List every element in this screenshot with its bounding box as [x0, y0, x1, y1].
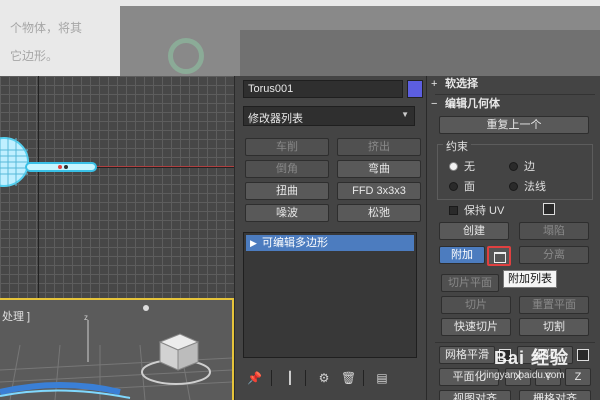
view-align-button[interactable]: 视图对齐 — [439, 390, 511, 400]
bend-button[interactable]: 弯曲 — [337, 160, 421, 178]
constraints-label: 约束 — [443, 138, 471, 154]
slice-plane-button[interactable]: 切片平面 — [441, 274, 499, 292]
radio-dot — [449, 182, 458, 191]
constraint-edge-radio[interactable]: 边 — [509, 158, 535, 174]
background-text-line2: 它边形。 — [10, 49, 59, 63]
constraint-none-label: 无 — [464, 161, 475, 173]
reset-plane-button[interactable]: 重置平面 — [519, 296, 589, 314]
attach-list-icon[interactable] — [487, 246, 511, 266]
radio-dot — [509, 182, 518, 191]
radio-dot — [449, 162, 458, 171]
bevel-button[interactable]: 倒角 — [245, 160, 329, 178]
modifier-stack: ▶ 可编辑多边形 — [243, 232, 417, 358]
extrude-button[interactable]: 挤出 — [337, 138, 421, 156]
constraint-face-label: 面 — [464, 181, 475, 193]
attach-button[interactable]: 附加 — [439, 246, 485, 264]
relax-button[interactable]: 松弛 — [337, 204, 421, 222]
rollout-soft-selection-label: 软选择 — [445, 78, 478, 90]
preserve-uv-label: 保持 UV — [464, 205, 505, 217]
constraint-face-radio[interactable]: 面 — [449, 178, 475, 194]
twist-button[interactable]: 扭曲 — [245, 182, 329, 200]
attach-list-tooltip: 附加列表 — [503, 270, 557, 288]
baidu-watermark: Bai 经验 jingyan.baidu.com — [470, 332, 600, 390]
collapse-button[interactable]: 塌陷 — [519, 222, 589, 240]
preserve-uv-settings-icon[interactable] — [543, 203, 555, 215]
detach-button[interactable]: 分离 — [519, 246, 589, 264]
make-unique-icon[interactable]: ⚙ — [317, 370, 331, 386]
ffd-button[interactable]: FFD 3x3x3 — [337, 182, 421, 200]
modifier-list-dropdown[interactable]: 修改器列表 ▼ — [243, 106, 415, 126]
faded-torus — [168, 38, 204, 74]
perspective-scene: z — [0, 305, 232, 400]
watermark-main: Bai 经验 — [494, 348, 570, 368]
remove-modifier-icon[interactable]: 🗑 — [341, 370, 356, 386]
stack-toolbar: 📌 ┃ ⚙ 🗑 ▤ — [243, 366, 417, 390]
preserve-uv-checkbox[interactable]: 保持 UV — [449, 202, 504, 218]
modifier-list-label: 修改器列表 — [248, 113, 303, 125]
background-text-line1: 个物体，将其 — [10, 21, 83, 35]
lathe-button[interactable]: 车削 — [245, 138, 329, 156]
toolbar-divider — [305, 370, 306, 386]
constraint-normal-label: 法线 — [524, 181, 546, 193]
noise-button[interactable]: 噪波 — [245, 204, 329, 222]
slice-button[interactable]: 切片 — [441, 296, 511, 314]
expand-arrow-icon[interactable]: ▶ — [250, 235, 262, 251]
radio-dot — [509, 162, 518, 171]
checkbox-box — [449, 206, 458, 215]
background-document: 个物体，将其 它边形。 — [0, 0, 600, 76]
constraint-none-radio[interactable]: 无 — [449, 158, 475, 174]
viewcube-icon — [158, 333, 200, 371]
torus-object[interactable] — [0, 76, 234, 298]
object-color-swatch[interactable] — [407, 80, 423, 98]
rollout-edit-geometry-label: 编辑几何体 — [445, 98, 500, 110]
toolbar-divider — [363, 370, 364, 386]
collapse-minus-icon: − — [431, 98, 438, 110]
axis-z-label: z — [84, 313, 88, 322]
constraint-edge-label: 边 — [524, 161, 535, 173]
dropdown-arrow-icon: ▼ — [401, 110, 409, 119]
show-end-result-icon[interactable]: ┃ — [283, 370, 297, 386]
background-text: 个物体，将其 它边形。 — [10, 14, 82, 70]
rollout-edit-geometry[interactable]: − 编辑几何体 — [431, 96, 600, 112]
create-button[interactable]: 创建 — [439, 222, 509, 240]
pin-stack-icon[interactable]: 📌 — [247, 370, 262, 386]
constraint-normal-radio[interactable]: 法线 — [509, 178, 546, 194]
viewport-top[interactable] — [0, 76, 234, 298]
object-name-field[interactable]: Torus001 — [243, 80, 403, 98]
modify-panel: Torus001 修改器列表 ▼ 车削 挤出 倒角 弯曲 扭曲 FFD 3x3x… — [234, 76, 426, 400]
grid-align-button[interactable]: 栅格对齐 — [519, 390, 591, 400]
stack-item-editable-poly[interactable]: ▶ 可编辑多边形 — [246, 235, 414, 251]
configure-modifier-sets-icon[interactable]: ▤ — [375, 370, 389, 386]
repeat-last-button[interactable]: 重复上一个 — [439, 116, 589, 134]
faded-panel — [240, 30, 600, 76]
watermark-sub: jingyan.baidu.com — [484, 370, 565, 381]
expand-plus-icon: + — [431, 78, 438, 90]
toolbar-divider — [271, 370, 272, 386]
viewport-perspective[interactable]: 处理 ] z — [0, 298, 234, 400]
rollout-soft-selection[interactable]: + 软选择 — [431, 76, 600, 92]
divider — [435, 94, 595, 95]
stack-item-label: 可编辑多边形 — [262, 237, 328, 249]
